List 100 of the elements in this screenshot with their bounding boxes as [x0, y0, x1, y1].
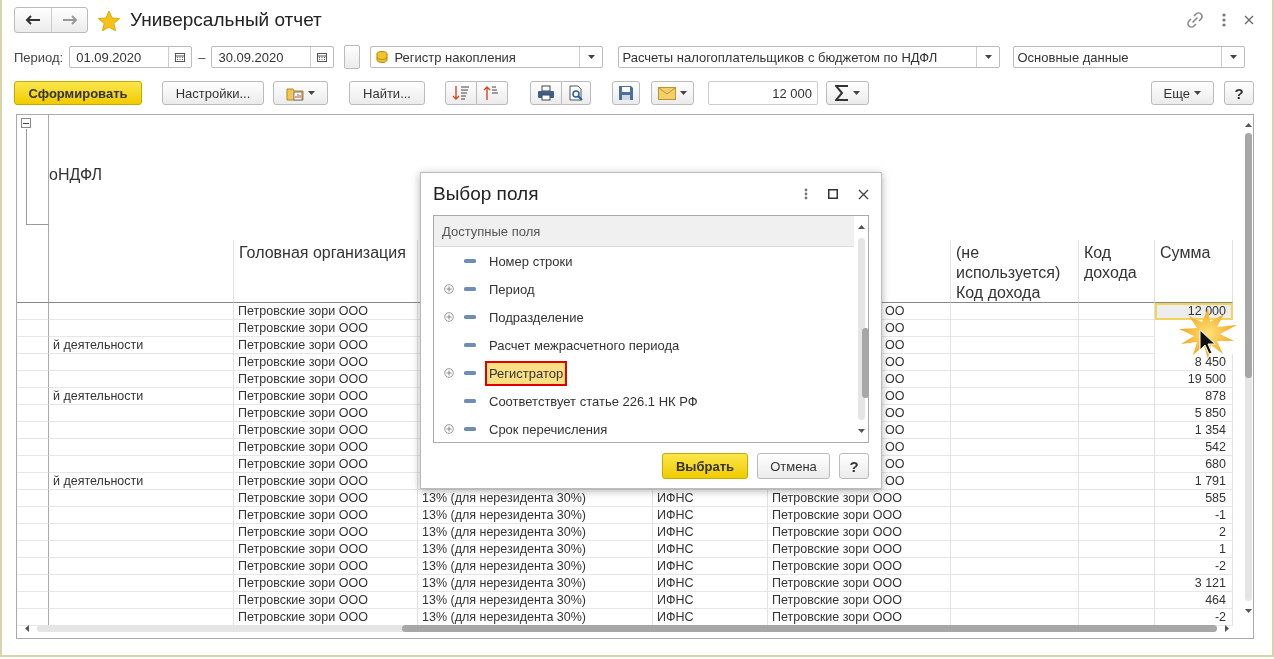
sum-cell[interactable]: 464: [1155, 592, 1233, 609]
field-list-item[interactable]: Расчет межрасчетного периода: [485, 332, 684, 358]
star-icon[interactable]: [98, 9, 120, 31]
sort-descending-button[interactable]: [445, 81, 477, 105]
forward-arrow-icon: [61, 15, 78, 25]
scroll-right-arrow-icon: [1225, 625, 1229, 632]
scrollbar-thumb[interactable]: [1245, 133, 1252, 378]
cancel-button[interactable]: Отмена: [757, 453, 830, 479]
variants-button[interactable]: [273, 81, 328, 105]
sum-cell[interactable]: 19 500: [1155, 371, 1233, 388]
calendar-icon[interactable]: [317, 52, 328, 62]
blank-button[interactable]: [344, 45, 361, 69]
expand-icon[interactable]: [444, 424, 454, 434]
scroll-down-arrow-icon: [858, 429, 865, 433]
list-header: Доступные поля: [434, 216, 854, 247]
table-cell: Петровские зори ООО: [768, 541, 951, 558]
select-button[interactable]: Выбрать: [662, 453, 748, 479]
column-header: Головная организация: [234, 240, 418, 303]
table-cell: Петровские зори ООО: [234, 354, 418, 371]
sum-cell[interactable]: -2: [1155, 558, 1233, 575]
table-cell: ИФНС: [653, 507, 768, 524]
coins-icon: [375, 50, 390, 64]
table-cell: Петровские зори ООО: [768, 558, 951, 575]
period-label: Период:: [14, 49, 64, 65]
field-list-item[interactable]: Подразделение: [485, 304, 588, 330]
register-select[interactable]: Расчеты налогоплательщиков с бюджетом по НДФЛ: [618, 46, 1001, 68]
column-header: Код дохода: [1079, 240, 1155, 303]
sum-cell[interactable]: -1: [1155, 507, 1233, 524]
calendar-icon[interactable]: [175, 52, 186, 62]
sum-button[interactable]: [826, 81, 869, 105]
printer-icon: [537, 85, 555, 101]
more-button[interactable]: Еще: [1150, 81, 1214, 105]
expand-icon[interactable]: [444, 312, 454, 322]
close-button[interactable]: [1244, 15, 1254, 25]
generate-button[interactable]: Сформировать: [14, 81, 142, 105]
link-button[interactable]: [1186, 11, 1204, 29]
more-actions-button[interactable]: [1222, 13, 1226, 27]
print-button[interactable]: [530, 81, 562, 105]
register-type-select[interactable]: Регистр накопления: [370, 46, 604, 68]
expand-icon[interactable]: [444, 368, 454, 378]
scrollbar-thumb[interactable]: [402, 625, 1217, 632]
table-cell: 13% (для нерезидента 30%): [418, 490, 653, 507]
date-from-field[interactable]: 01.09.2020: [69, 46, 193, 68]
sum-cell[interactable]: 680: [1155, 456, 1233, 473]
send-email-button[interactable]: [651, 81, 694, 105]
sum-cell[interactable]: 878: [1155, 388, 1233, 405]
close-icon: [858, 188, 869, 200]
sum-cell[interactable]: 3 121: [1155, 575, 1233, 592]
sum-cell[interactable]: 1 791: [1155, 473, 1233, 490]
scrollbar-thumb[interactable]: [862, 328, 869, 398]
table-cell: ИФНС: [653, 592, 768, 609]
link-icon: [1186, 11, 1204, 29]
table-cell: Петровские зори ООО: [768, 575, 951, 592]
table-cell: й деятельности: [49, 473, 234, 490]
field-icon: [464, 343, 476, 347]
help-button[interactable]: ?: [1224, 81, 1254, 105]
close-button[interactable]: [858, 188, 869, 200]
field-icon: [464, 259, 476, 263]
sum-value-field: 12 000: [708, 81, 818, 105]
settings-button[interactable]: Настройки...: [162, 81, 264, 105]
sigma-icon: [835, 85, 849, 101]
expand-icon[interactable]: [444, 284, 454, 294]
sum-cell[interactable]: 1: [1155, 541, 1233, 558]
table-cell: ИФНС: [653, 558, 768, 575]
field-list-item[interactable]: Соответствует статье 226.1 НК РФ: [485, 388, 702, 414]
sum-cell[interactable]: 542: [1155, 439, 1233, 456]
folder-chart-icon: [286, 85, 304, 101]
sort-descending-icon: [452, 85, 470, 101]
table-cell: Петровские зори ООО: [234, 592, 418, 609]
print-preview-button[interactable]: [562, 81, 591, 105]
save-button[interactable]: [612, 81, 640, 105]
table-cell: Петровские зори ООО: [234, 388, 418, 405]
table-cell: 13% (для нерезидента 30%): [418, 524, 653, 541]
date-to-field[interactable]: 30.09.2020: [211, 46, 335, 68]
field-list-item[interactable]: Срок перечисления: [485, 416, 612, 442]
variant-select[interactable]: Основные данные: [1013, 46, 1246, 68]
sort-ascending-button[interactable]: [477, 81, 508, 105]
vertical-scrollbar[interactable]: [1245, 133, 1252, 601]
field-list-item[interactable]: Период: [485, 276, 539, 302]
table-cell: ОО: [885, 457, 905, 471]
table-cell: 13% (для нерезидента 30%): [418, 507, 653, 524]
table-cell: Петровские зори ООО: [234, 422, 418, 439]
caret-icon: [680, 91, 687, 95]
close-icon: [1244, 15, 1254, 25]
field-list-item[interactable]: Регистратор: [485, 360, 568, 386]
field-list-item[interactable]: Номер строки: [485, 248, 577, 274]
table-cell: ОО: [885, 406, 905, 420]
sum-cell[interactable]: 1 354: [1155, 422, 1233, 439]
more-actions-button[interactable]: [804, 188, 808, 200]
caret-icon: [853, 91, 860, 95]
sum-cell[interactable]: 5 850: [1155, 405, 1233, 422]
find-button[interactable]: Найти...: [349, 81, 425, 105]
sum-cell[interactable]: 2: [1155, 524, 1233, 541]
horizontal-scrollbar[interactable]: [37, 625, 1217, 632]
sum-cell[interactable]: 12 000: [1155, 303, 1233, 320]
maximize-button[interactable]: [828, 189, 838, 199]
help-button[interactable]: ?: [839, 453, 869, 479]
sum-cell[interactable]: 585: [1155, 490, 1233, 507]
column-header: (не используется) Код дохода: [951, 240, 1079, 303]
collapse-toggle[interactable]: [21, 118, 31, 128]
